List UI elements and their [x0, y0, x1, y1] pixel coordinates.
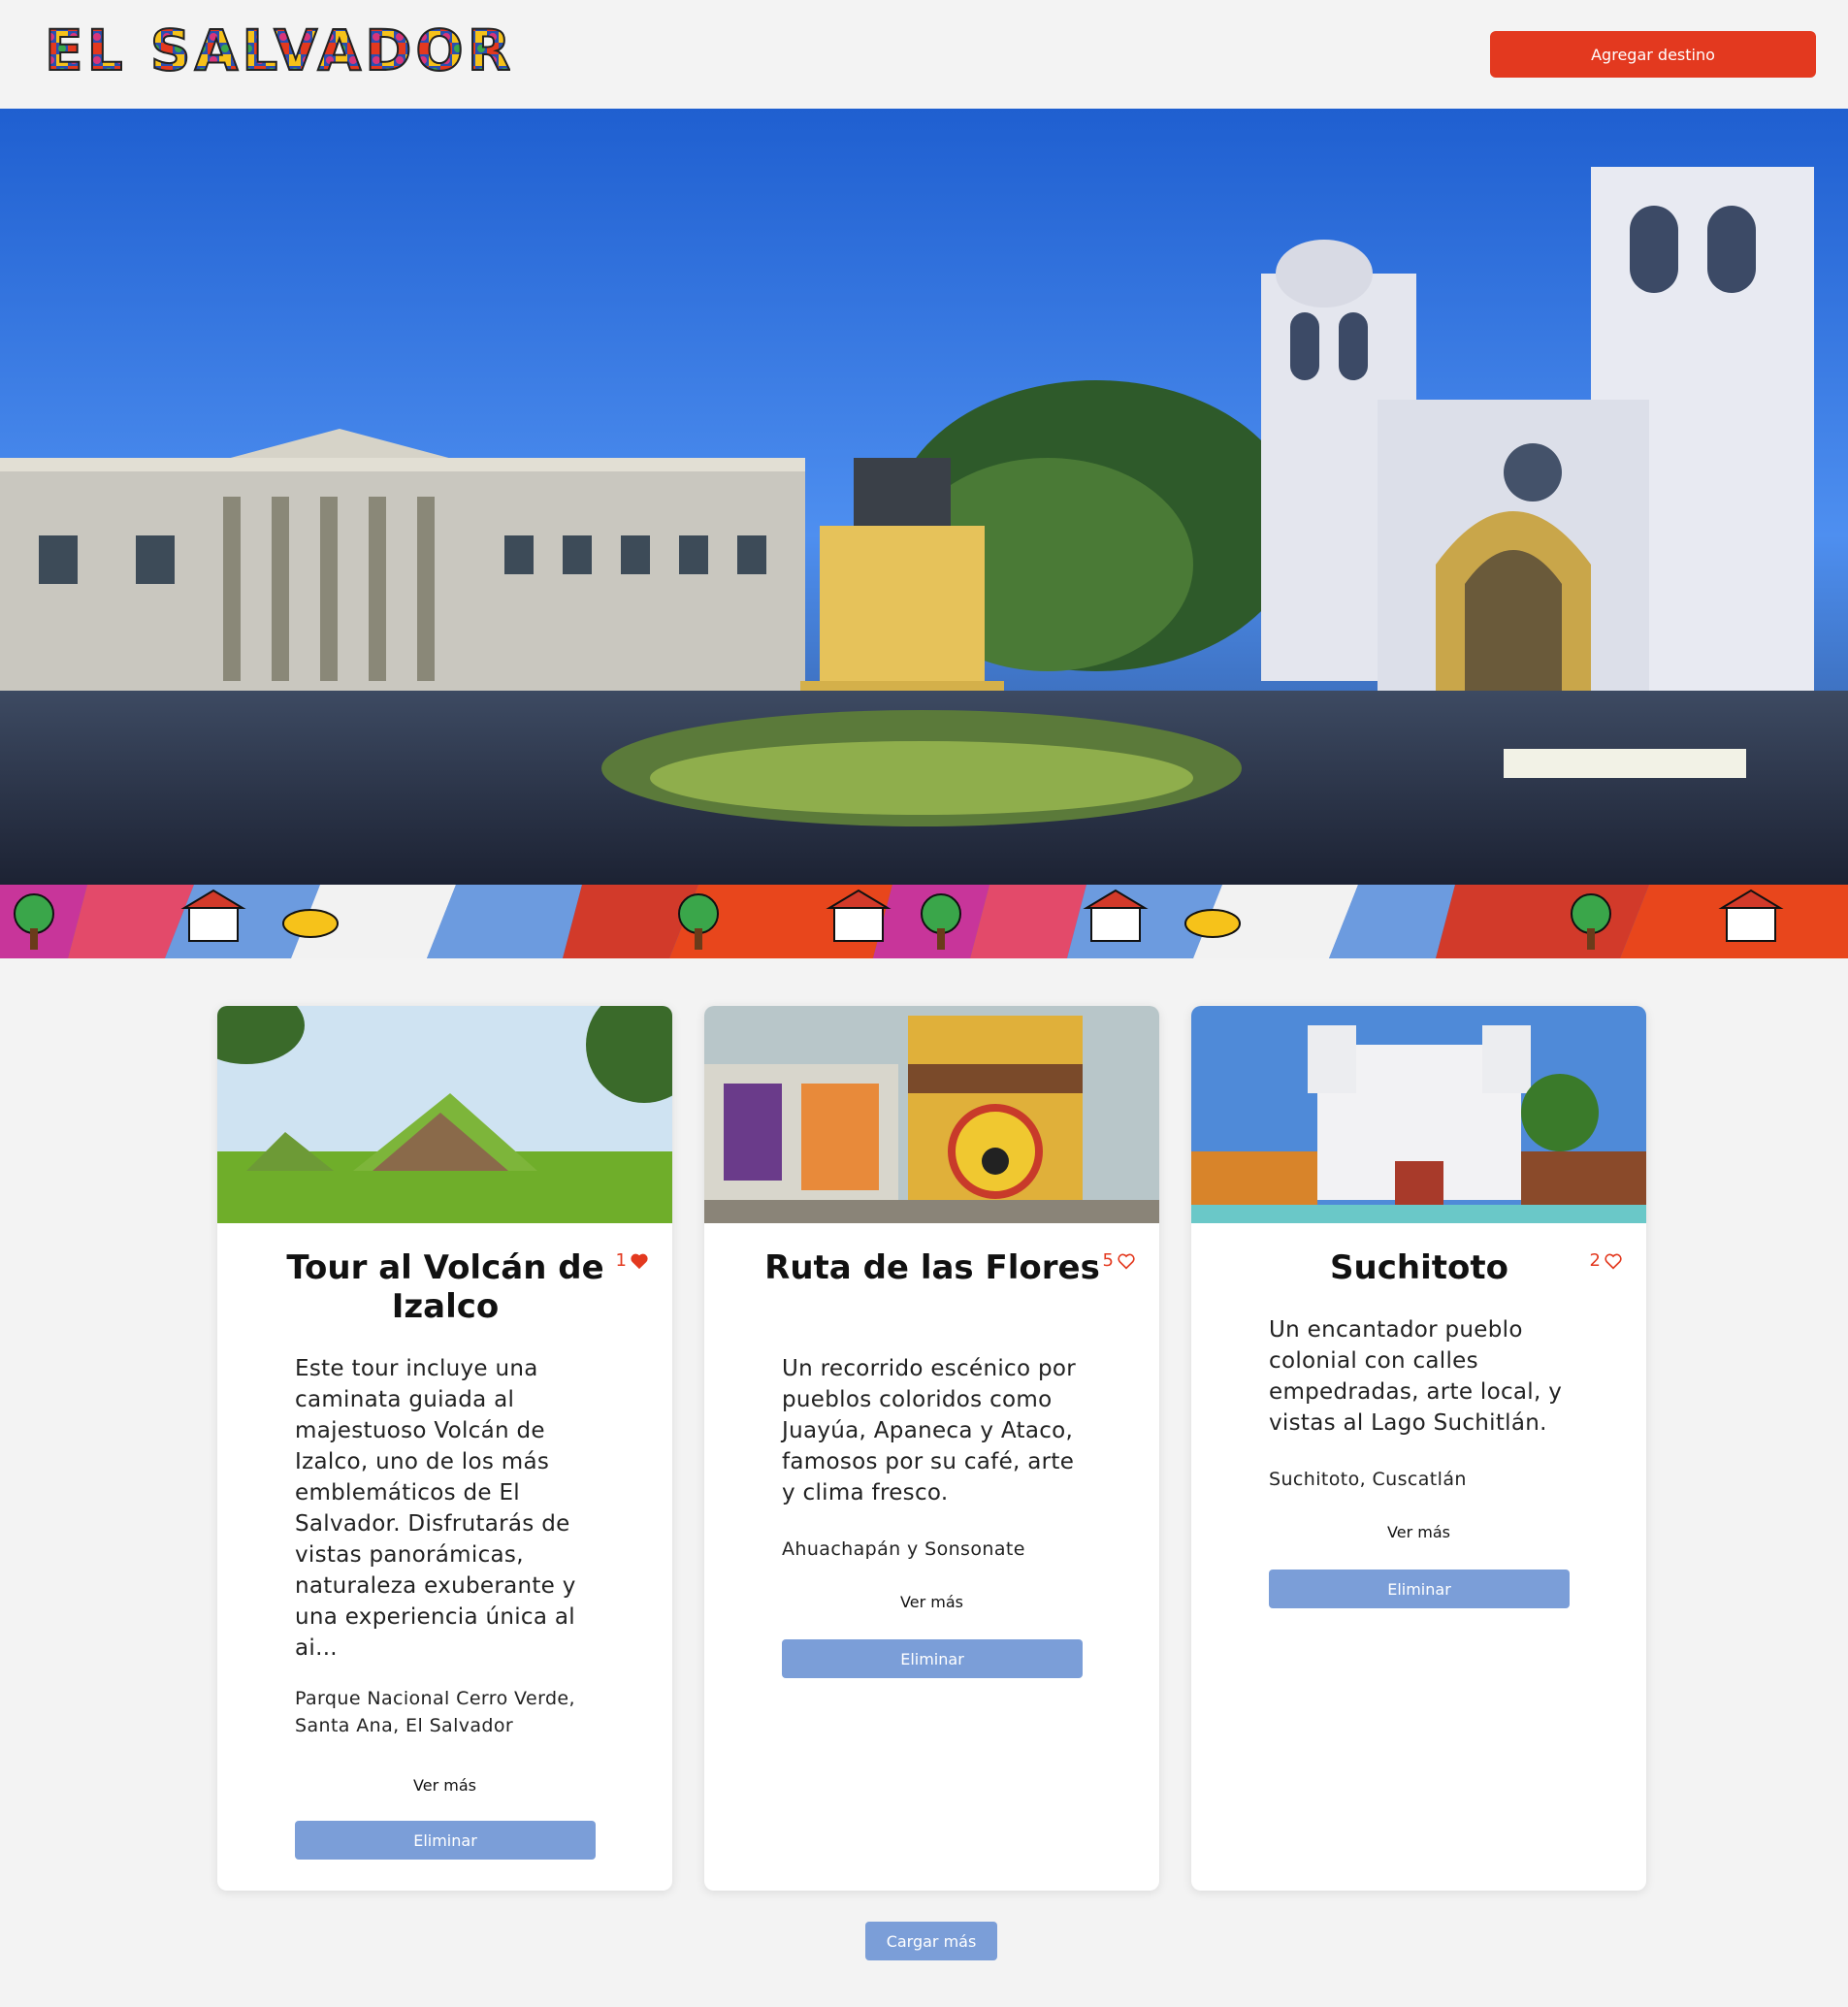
card-title: Suchitoto [1330, 1248, 1508, 1287]
see-more-link[interactable]: Ver más [217, 1776, 672, 1795]
svg-text:EL SALVADOR: EL SALVADOR [45, 19, 510, 76]
card-description: Un encantador pueblo colonial con calles… [1269, 1317, 1563, 1436]
card-location: Suchitoto, Cuscatlán [1269, 1469, 1467, 1490]
heart-filled-icon[interactable] [630, 1252, 649, 1270]
destination-card: 2 Suchitoto Un encantador pueblo colonia… [1191, 1006, 1646, 1891]
like-count: 5 [1102, 1250, 1114, 1271]
see-more-link[interactable]: Ver más [704, 1593, 1159, 1611]
like-counter[interactable]: 1 [616, 1250, 649, 1271]
hero-image [0, 109, 1848, 885]
load-more-button[interactable]: Cargar más [865, 1922, 997, 1960]
delete-button[interactable]: Eliminar [782, 1639, 1083, 1678]
card-image [704, 1006, 1159, 1223]
delete-button[interactable]: Eliminar [295, 1821, 596, 1860]
like-counter[interactable]: 2 [1590, 1250, 1623, 1271]
card-description: Un recorrido escénico por pueblos colori… [782, 1356, 1076, 1505]
heart-outline-icon[interactable] [1604, 1252, 1623, 1270]
delete-button[interactable]: Eliminar [1269, 1570, 1570, 1608]
card-location: Ahuachapán y Sonsonate [782, 1538, 1025, 1560]
like-count: 2 [1589, 1250, 1601, 1271]
card-title: Ruta de las Flores [764, 1248, 1100, 1287]
top-header: EL SALVADOR Agregar destino [0, 0, 1848, 109]
card-image [1191, 1006, 1646, 1223]
card-image [217, 1006, 672, 1223]
like-count: 1 [615, 1250, 627, 1271]
card-description: Este tour incluye una caminata guiada al… [295, 1356, 576, 1661]
card-location: Parque Nacional Cerro Verde, Santa Ana, … [295, 1688, 575, 1736]
destination-card: 5 Ruta de las Flores Un recorrido escéni… [704, 1006, 1159, 1891]
el-salvador-logo[interactable]: EL SALVADOR [45, 19, 510, 76]
like-counter[interactable]: 5 [1103, 1250, 1136, 1271]
decorative-folk-art-band [0, 885, 1848, 958]
see-more-link[interactable]: Ver más [1191, 1523, 1646, 1541]
heart-outline-icon[interactable] [1117, 1252, 1136, 1270]
card-title: Tour al Volcán de Izalco [286, 1248, 604, 1326]
add-destination-button[interactable]: Agregar destino [1490, 31, 1816, 78]
destination-card: 1 Tour al Volcán de Izalco Este tour inc… [217, 1006, 672, 1891]
